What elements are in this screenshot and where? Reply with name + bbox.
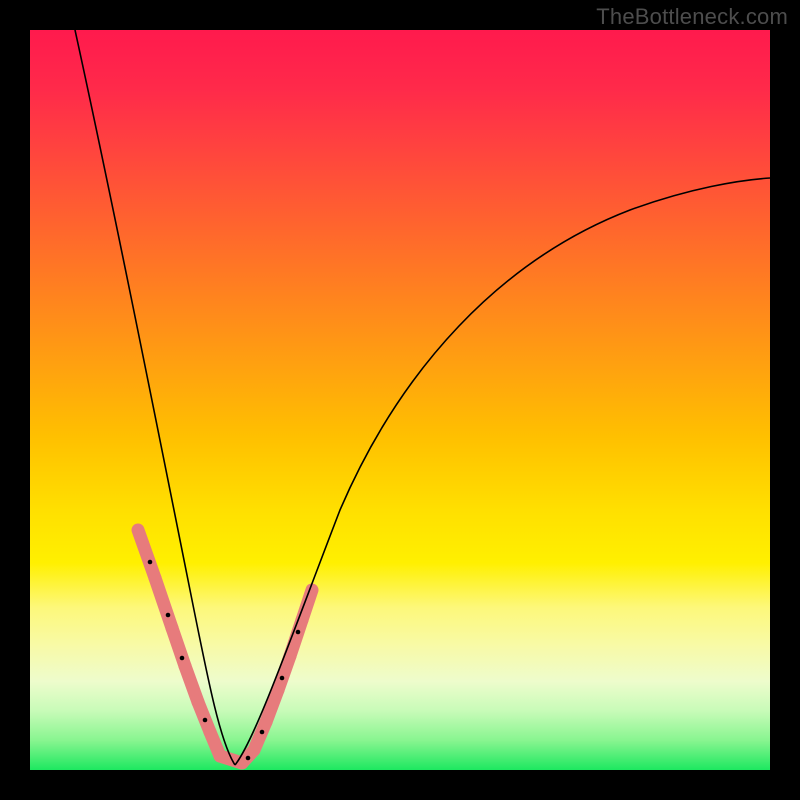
chart-frame: TheBottleneck.com bbox=[0, 0, 800, 800]
dot bbox=[148, 560, 153, 565]
dot bbox=[280, 676, 285, 681]
dot bbox=[246, 756, 251, 761]
bottleneck-curve-left bbox=[75, 30, 235, 765]
highlight-bands bbox=[138, 530, 312, 763]
dot bbox=[166, 613, 171, 618]
highlight-dots bbox=[148, 560, 301, 761]
plot-area bbox=[30, 30, 770, 770]
curve-layer bbox=[30, 30, 770, 770]
band-seg bbox=[155, 578, 172, 628]
bottleneck-curve-right bbox=[235, 178, 770, 765]
watermark-text: TheBottleneck.com bbox=[596, 4, 788, 30]
dot bbox=[296, 630, 301, 635]
band-seg bbox=[138, 530, 155, 578]
dot bbox=[260, 730, 265, 735]
dot bbox=[203, 718, 208, 723]
dot bbox=[180, 656, 185, 661]
